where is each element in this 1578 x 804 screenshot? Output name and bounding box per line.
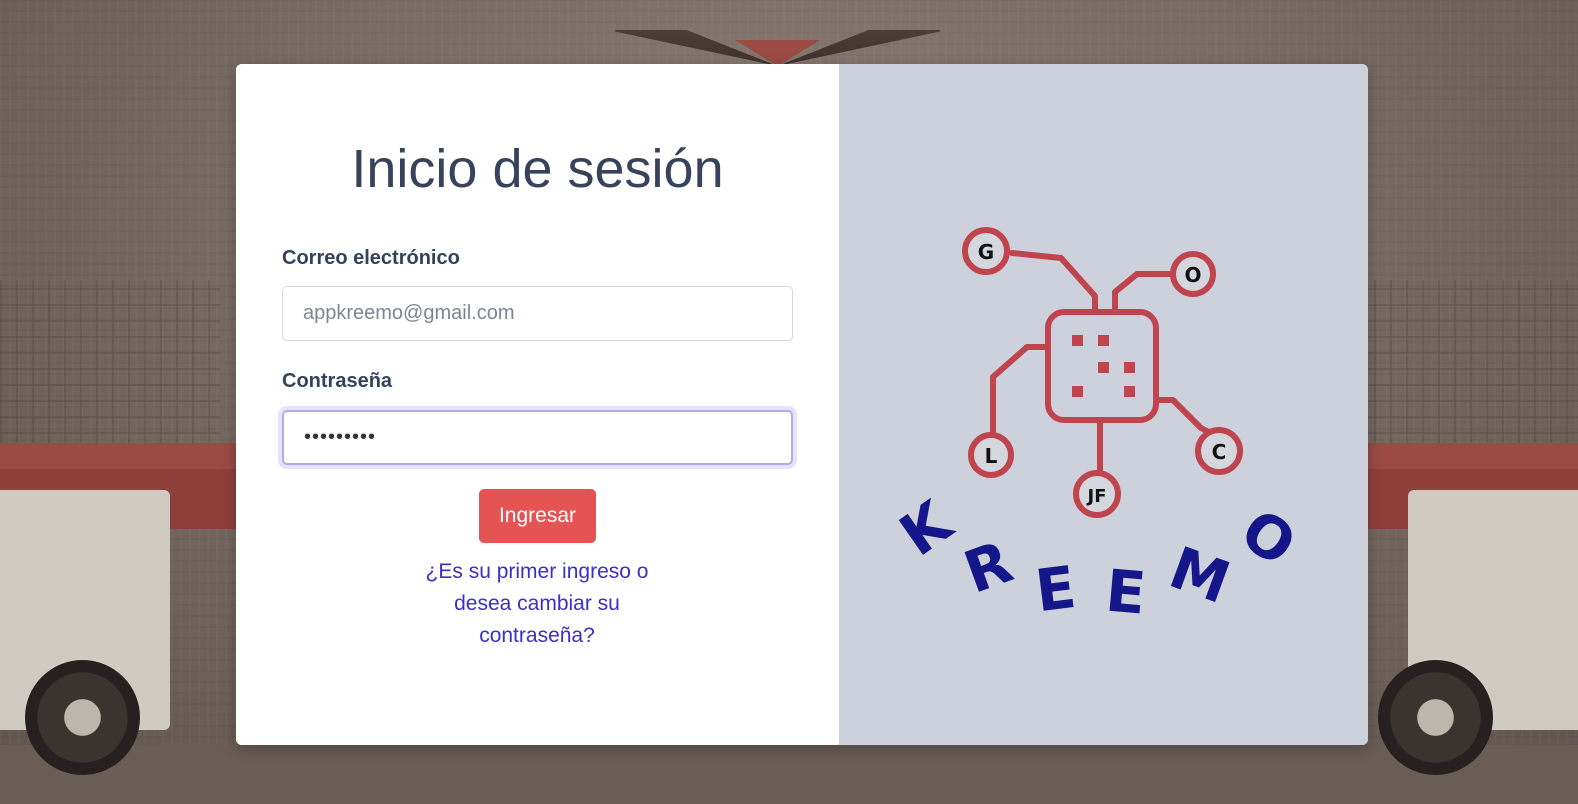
brand-letter: E	[1032, 553, 1080, 625]
chip-dots	[1072, 335, 1135, 397]
page-title: Inicio de sesión	[351, 139, 724, 199]
first-login-link[interactable]: ¿Es su primer ingreso o desea cambiar su…	[412, 556, 662, 652]
circuit-trace	[1009, 250, 1098, 315]
background-building	[0, 280, 220, 450]
node-label: G	[978, 240, 994, 264]
brand-letter: E	[1103, 556, 1148, 627]
circuit-trace	[990, 344, 1051, 438]
node-label: L	[985, 444, 998, 468]
background-floor	[0, 745, 1578, 804]
node-label: O	[1184, 263, 1201, 287]
brand-letter: O	[1229, 496, 1308, 580]
password-label: Contraseña	[282, 370, 393, 392]
login-form-panel: Inicio de sesión Correo electrónico Cont…	[236, 64, 839, 745]
email-label: Correo electrónico	[282, 247, 460, 269]
node-label: JF	[1086, 486, 1107, 507]
login-card: Inicio de sesión Correo electrónico Cont…	[236, 64, 1368, 745]
background-building	[1358, 280, 1578, 450]
brand-letter: R	[956, 528, 1021, 607]
email-field[interactable]	[282, 286, 793, 341]
circuit-trace	[1112, 271, 1173, 311]
logo-panel: G O L JF C K R E E M O	[839, 64, 1368, 745]
background-wheel	[25, 660, 140, 775]
brand-letter: M	[1161, 533, 1238, 617]
background-wheel	[1378, 660, 1493, 775]
background-logo-accent	[735, 40, 820, 66]
password-field[interactable]	[282, 410, 793, 465]
node-label: C	[1212, 440, 1227, 464]
brand-letter: K	[888, 487, 966, 570]
login-button[interactable]: Ingresar	[479, 489, 596, 543]
circuit-trace	[1153, 397, 1216, 437]
kreemo-logo: G O L JF C K R E E M O	[888, 227, 1308, 628]
